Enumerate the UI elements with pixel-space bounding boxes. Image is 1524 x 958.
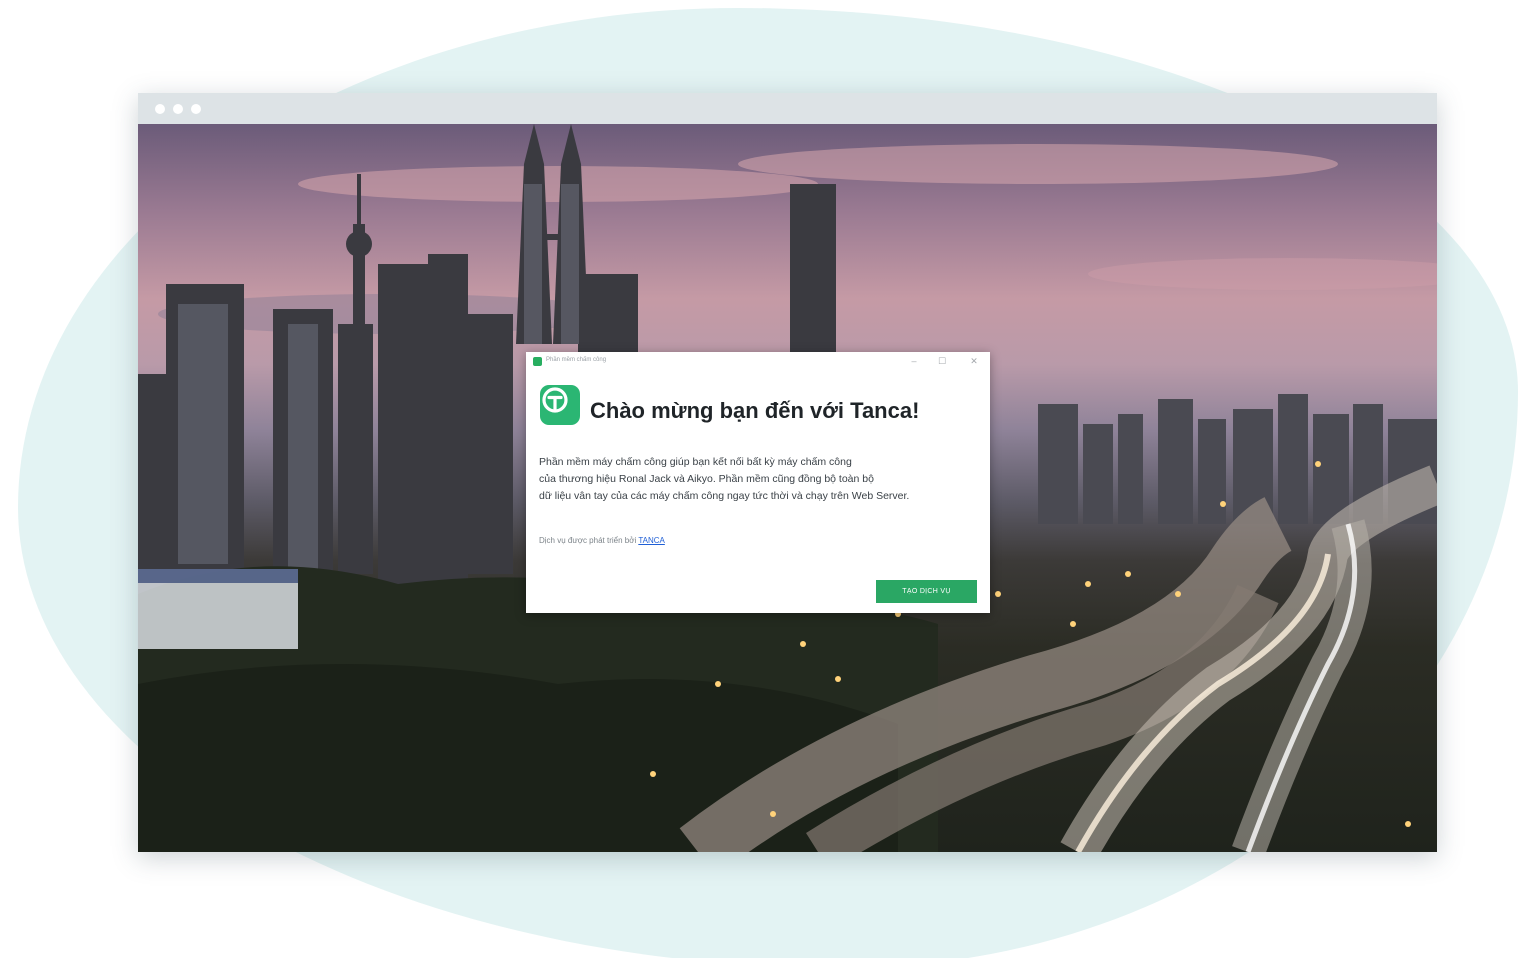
tanca-logo-icon bbox=[540, 385, 580, 425]
description-line: của thương hiệu Ronal Jack và Aikyo. Phầ… bbox=[539, 473, 874, 485]
browser-window: Phần mềm chấm công – ☐ ✕ Chào mừng bạn đ… bbox=[138, 93, 1437, 852]
app-small-icon bbox=[533, 357, 542, 366]
description-line: dữ liệu vân tay của các máy chấm công ng… bbox=[539, 490, 910, 502]
description-text: Phần mềm máy chấm công giúp bạn kết nối … bbox=[539, 454, 979, 505]
window-dot-icon[interactable] bbox=[191, 104, 201, 114]
tanca-link[interactable]: TANCA bbox=[638, 536, 665, 545]
dialog-window-title: Phần mềm chấm công bbox=[546, 357, 607, 363]
developer-credit: Dịch vụ được phát triển bởi TANCA bbox=[539, 536, 665, 545]
maximize-button[interactable]: ☐ bbox=[934, 355, 950, 367]
welcome-heading: Chào mừng bạn đến với Tanca! bbox=[590, 398, 920, 423]
window-dot-icon[interactable] bbox=[173, 104, 183, 114]
page: Phần mềm chấm công – ☐ ✕ Chào mừng bạn đ… bbox=[0, 0, 1524, 958]
window-dot-icon[interactable] bbox=[155, 104, 165, 114]
welcome-dialog: Phần mềm chấm công – ☐ ✕ Chào mừng bạn đ… bbox=[526, 352, 990, 613]
dialog-titlebar: Phần mềm chấm công – ☐ ✕ bbox=[526, 352, 990, 372]
close-button[interactable]: ✕ bbox=[966, 355, 982, 367]
developer-prefix: Dịch vụ được phát triển bởi bbox=[539, 536, 637, 545]
create-service-button[interactable]: TẠO DỊCH VỤ bbox=[876, 580, 977, 603]
desktop-wallpaper: Phần mềm chấm công – ☐ ✕ Chào mừng bạn đ… bbox=[138, 124, 1437, 852]
browser-titlebar bbox=[138, 93, 1437, 124]
description-line: Phần mềm máy chấm công giúp bạn kết nối … bbox=[539, 456, 852, 468]
minimize-button[interactable]: – bbox=[906, 355, 922, 367]
